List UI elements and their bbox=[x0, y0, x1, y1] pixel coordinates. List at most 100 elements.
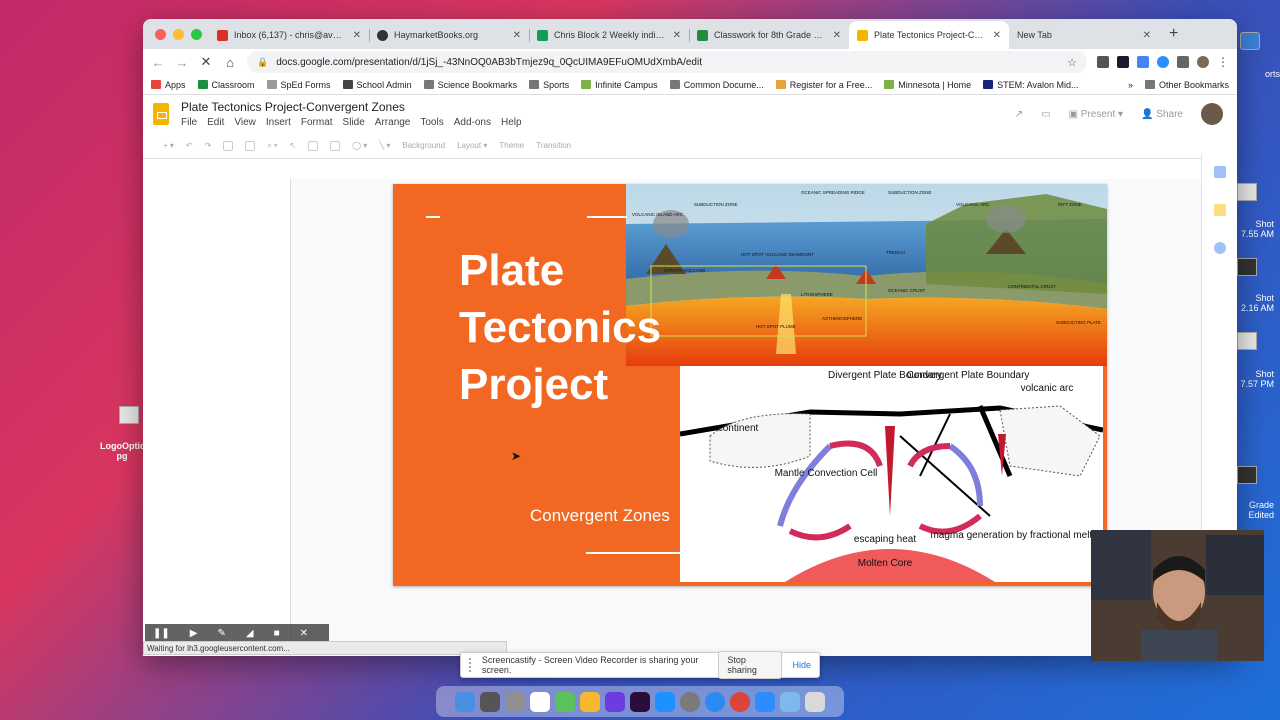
new-tab-plus-icon[interactable]: + bbox=[1159, 25, 1188, 49]
textbox-icon[interactable] bbox=[308, 140, 319, 151]
drag-handle-icon[interactable] bbox=[469, 658, 472, 672]
activity-icon[interactable]: ↗ bbox=[1015, 109, 1023, 120]
tab-sheets[interactable]: Chris Block 2 Weekly individu ✕ bbox=[529, 21, 689, 49]
bookmark-sports[interactable]: Sports bbox=[529, 80, 569, 90]
menu-slide[interactable]: Slide bbox=[343, 117, 365, 128]
bookmark-sped-forms[interactable]: SpEd Forms bbox=[266, 80, 331, 90]
pause-icon[interactable]: ❚❚ bbox=[153, 628, 170, 639]
home-icon[interactable]: ⌂ bbox=[223, 55, 237, 70]
bookmark-apps[interactable]: Apps bbox=[151, 80, 186, 90]
tab-gmail[interactable]: Inbox (6,137) - chris@avalonsc ✕ bbox=[209, 21, 369, 49]
minimize-window-button[interactable] bbox=[173, 29, 184, 40]
launchpad-icon[interactable] bbox=[480, 691, 500, 712]
camera-icon[interactable]: ■ bbox=[274, 628, 280, 639]
present-button[interactable]: ▣ Present ▾ bbox=[1069, 109, 1124, 120]
calendar-icon[interactable] bbox=[530, 691, 550, 712]
desktop-label-5[interactable]: Grade Edited bbox=[1238, 500, 1274, 520]
desktop-thumb-5[interactable] bbox=[1237, 466, 1257, 484]
desktop-label-3[interactable]: Shot 2.16 AM bbox=[1238, 293, 1274, 313]
menu-arrange[interactable]: Arrange bbox=[375, 117, 411, 128]
redo-icon[interactable]: ↷ bbox=[205, 141, 212, 150]
avatar[interactable] bbox=[1201, 103, 1223, 125]
undo-icon[interactable]: ↶ bbox=[186, 141, 193, 150]
share-button[interactable]: 👤 Share bbox=[1141, 109, 1183, 120]
menu-help[interactable]: Help bbox=[501, 117, 522, 128]
finder-icon[interactable] bbox=[455, 691, 475, 712]
stop-sharing-button[interactable]: Stop sharing bbox=[718, 651, 783, 679]
bookmark-minnesota[interactable]: Minnesota | Home bbox=[884, 80, 971, 90]
forward-arrow-icon[interactable]: → bbox=[175, 55, 189, 70]
trash-icon[interactable] bbox=[805, 691, 825, 712]
desktop-label-4[interactable]: Shot 7.57 PM bbox=[1238, 369, 1274, 389]
image-icon[interactable] bbox=[330, 140, 341, 151]
bookmark-common-docs[interactable]: Common Docume... bbox=[669, 80, 764, 90]
bookmark-science[interactable]: Science Bookmarks bbox=[423, 80, 517, 90]
slides-logo-icon[interactable] bbox=[153, 103, 169, 125]
tab-new[interactable]: New Tab ✕ bbox=[1009, 21, 1159, 49]
bookmark-star-icon[interactable]: ☆ bbox=[1067, 56, 1077, 69]
desktop-thumb-4[interactable] bbox=[1237, 332, 1257, 350]
address-bar[interactable]: 🔒 docs.google.com/presentation/d/1jSj_-4… bbox=[247, 51, 1087, 73]
desktop-file-thumb[interactable] bbox=[119, 406, 139, 424]
line-icon[interactable]: ╲ ▾ bbox=[379, 141, 390, 150]
app-grid-icon[interactable] bbox=[505, 691, 525, 712]
document-title[interactable]: Plate Tectonics Project-Convergent Zones bbox=[181, 100, 522, 114]
back-arrow-icon[interactable]: ← bbox=[151, 55, 165, 70]
close-window-button[interactable] bbox=[155, 29, 166, 40]
plate-cross-section-image[interactable]: VOLCANIC ISLAND ARC SUBDUCTION ZONE OCEA… bbox=[626, 184, 1107, 366]
desktop-label-1[interactable]: orts bbox=[1238, 69, 1280, 79]
slide-subtitle[interactable]: Convergent Zones bbox=[530, 506, 670, 526]
shape-icon[interactable]: ◯ ▾ bbox=[352, 141, 367, 150]
extension-icon[interactable] bbox=[1137, 56, 1149, 68]
slide-title[interactable]: Plate Tectonics Project bbox=[459, 242, 661, 413]
close-icon[interactable]: ✕ bbox=[353, 30, 361, 41]
menu-view[interactable]: View bbox=[234, 117, 256, 128]
menu-dots-icon[interactable]: ⋮ bbox=[1217, 55, 1229, 69]
select-icon[interactable]: ↖ bbox=[289, 141, 296, 150]
bookmark-school-admin[interactable]: School Admin bbox=[342, 80, 412, 90]
close-icon[interactable]: ✕ bbox=[833, 30, 841, 41]
slide-filmstrip[interactable] bbox=[143, 179, 291, 656]
desktop-label-2[interactable]: Shot 7.55 AM bbox=[1238, 219, 1274, 239]
menu-tools[interactable]: Tools bbox=[420, 117, 443, 128]
transition-button[interactable]: Transition bbox=[536, 141, 571, 150]
settings-icon[interactable] bbox=[680, 691, 700, 712]
stop-loading-icon[interactable]: ✕ bbox=[199, 54, 213, 70]
menu-file[interactable]: File bbox=[181, 117, 197, 128]
bookmark-infinite-campus[interactable]: Infinite Campus bbox=[581, 80, 658, 90]
paint-format-icon[interactable] bbox=[245, 140, 256, 151]
maps-icon[interactable] bbox=[555, 691, 575, 712]
layout-button[interactable]: Layout ▾ bbox=[457, 141, 487, 150]
app-store-icon[interactable] bbox=[655, 691, 675, 712]
bookmark-register[interactable]: Register for a Free... bbox=[775, 80, 872, 90]
close-icon[interactable]: ✕ bbox=[513, 30, 521, 41]
convection-diagram-image[interactable]: Divergent Plate Boundary Convergent Plat… bbox=[680, 366, 1103, 582]
profile-icon[interactable] bbox=[1197, 56, 1209, 68]
calendar-icon[interactable] bbox=[1213, 166, 1226, 178]
tab-slides[interactable]: Plate Tectonics Project-Conve ✕ bbox=[849, 21, 1009, 49]
desktop-thumb-1[interactable] bbox=[1240, 32, 1260, 50]
menu-edit[interactable]: Edit bbox=[207, 117, 224, 128]
tab-haymarket[interactable]: HaymarketBooks.org ✕ bbox=[369, 21, 529, 49]
bookmark-classroom[interactable]: Classroom bbox=[197, 80, 255, 90]
desktop-file-label[interactable]: LogoOptic... pg bbox=[100, 441, 153, 461]
bookmark-other[interactable]: Other Bookmarks bbox=[1144, 80, 1229, 90]
close-icon[interactable]: ✕ bbox=[673, 30, 681, 41]
tasks-icon[interactable] bbox=[1213, 242, 1226, 254]
slide-canvas[interactable]: Plate Tectonics Project Convergent Zones bbox=[393, 184, 1107, 586]
premiere-icon[interactable] bbox=[630, 691, 650, 712]
zoom-icon[interactable]: ⌕ ▾ bbox=[267, 141, 277, 151]
folder-icon[interactable] bbox=[780, 691, 800, 712]
keep-icon[interactable] bbox=[1213, 204, 1226, 216]
menu-format[interactable]: Format bbox=[301, 117, 333, 128]
zoom-window-button[interactable] bbox=[191, 29, 202, 40]
desktop-thumb-3[interactable] bbox=[1237, 258, 1257, 276]
extension-icon[interactable] bbox=[1117, 56, 1129, 68]
imovie-icon[interactable] bbox=[605, 691, 625, 712]
zoom-extension-icon[interactable] bbox=[1157, 56, 1169, 68]
photos-icon[interactable] bbox=[580, 691, 600, 712]
background-button[interactable]: Background bbox=[402, 141, 445, 150]
print-icon[interactable] bbox=[223, 140, 234, 151]
close-icon[interactable]: ✕ bbox=[993, 30, 1001, 41]
bookmark-stem[interactable]: STEM: Avalon Mid... bbox=[983, 80, 1079, 90]
